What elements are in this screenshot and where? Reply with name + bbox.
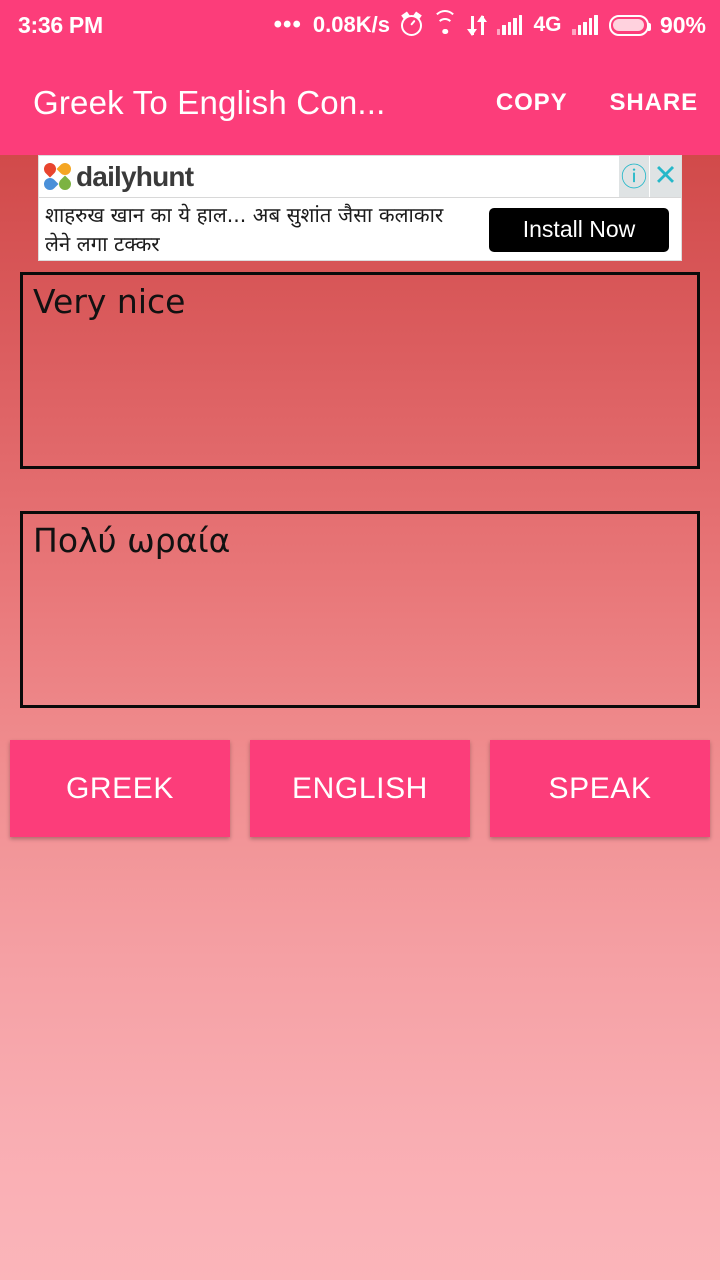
ad-headline: शाहरुख खान का ये हाल... अब सुशांत जैसा क…	[45, 203, 444, 256]
greek-button[interactable]: GREEK	[10, 740, 230, 837]
page-title: Greek To English Con...	[33, 83, 386, 121]
speak-button[interactable]: SPEAK	[490, 740, 710, 837]
copy-button[interactable]: COPY	[496, 89, 568, 117]
status-bar-icons: ••• 0.08K/s 4G 90%	[273, 10, 706, 39]
action-button-row: GREEK ENGLISH SPEAK	[10, 740, 710, 837]
close-icon[interactable]: ✕	[650, 156, 681, 197]
install-now-button[interactable]: Install Now	[489, 207, 669, 252]
network-speed-label: 0.08K/s	[312, 12, 390, 37]
ad-header: dailyhunt ⓘ ✕	[39, 156, 681, 198]
source-text-value: Very nice	[33, 282, 186, 321]
network-type-label: 4G	[533, 13, 562, 36]
ad-body: शाहरुख खान का ये हाल... अब सुशांत जैसा क…	[39, 198, 681, 260]
dailyhunt-petals-icon	[41, 160, 74, 193]
signal-bars-icon-1	[496, 14, 523, 35]
ad-controls: ⓘ ✕	[619, 156, 681, 197]
translated-text-output[interactable]: Πολύ ωραία	[20, 511, 700, 708]
status-bar: 3:36 PM ••• 0.08K/s 4G 90%	[0, 0, 720, 50]
overflow-dots-icon: •••	[273, 11, 302, 38]
advertisement-banner[interactable]: dailyhunt ⓘ ✕ शाहरुख खान का ये हाल... अब…	[38, 155, 682, 261]
battery-percent-label: 90%	[659, 11, 706, 38]
data-transfer-arrows-icon	[467, 14, 488, 36]
battery-icon	[608, 14, 652, 36]
alarm-clock-icon	[400, 14, 422, 36]
signal-bars-icon-2	[572, 14, 598, 35]
ad-brand-name: dailyhunt	[76, 160, 194, 192]
share-button[interactable]: SHARE	[609, 89, 698, 117]
info-icon[interactable]: ⓘ	[619, 156, 650, 197]
app-bar: Greek To English Con... COPY SHARE	[0, 50, 720, 155]
app-bar-actions: COPY SHARE	[496, 89, 698, 117]
translated-text-value: Πολύ ωραία	[33, 521, 231, 560]
english-button[interactable]: ENGLISH	[250, 740, 470, 837]
source-text-input[interactable]: Very nice	[20, 272, 700, 469]
wifi-icon	[432, 10, 458, 35]
ad-brand-logo: dailyhunt	[39, 160, 194, 193]
status-bar-clock: 3:36 PM	[18, 11, 103, 38]
